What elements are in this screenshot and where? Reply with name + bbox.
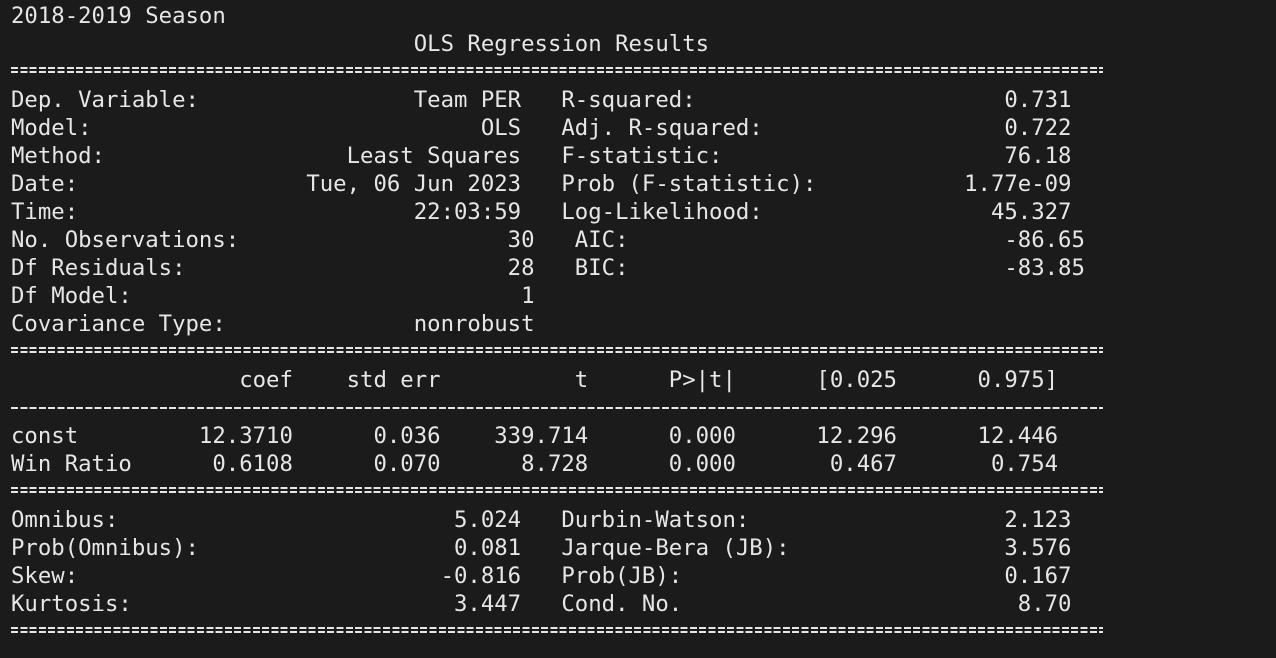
single-separator <box>11 407 1103 409</box>
results-title: OLS Regression Results <box>11 31 710 57</box>
summary-row: Df Residuals: 28 BIC: -83.85 <box>11 255 1085 281</box>
summary-row: No. Observations: 30 AIC: -86.65 <box>11 227 1085 253</box>
diagnostics-row: Kurtosis: 3.447 Cond. No. 8.70 <box>11 591 1072 617</box>
summary-row: Dep. Variable: Team PER R-squared: 0.731 <box>11 87 1072 113</box>
summary-row: Time: 22:03:59 Log-Likelihood: 45.327 <box>11 199 1072 225</box>
double-separator <box>11 487 1103 493</box>
summary-row: Method: Least Squares F-statistic: 76.18 <box>11 143 1072 169</box>
summary-row: Model: OLS Adj. R-squared: 0.722 <box>11 115 1072 141</box>
double-separator <box>11 627 1103 633</box>
diagnostics-row: Skew: -0.816 Prob(JB): 0.167 <box>11 563 1072 589</box>
coef-table-row: Win Ratio 0.6108 0.070 8.728 0.000 0.467… <box>11 451 1059 477</box>
season-title: 2018-2019 Season <box>11 3 226 29</box>
summary-row: Covariance Type: nonrobust <box>11 311 535 337</box>
coef-table-row: const 12.3710 0.036 339.714 0.000 12.296… <box>11 423 1059 449</box>
diagnostics-row: Omnibus: 5.024 Durbin-Watson: 2.123 <box>11 507 1072 533</box>
coef-table-header: coef std err t P>|t| [0.025 0.975] <box>11 367 1059 393</box>
summary-row: Date: Tue, 06 Jun 2023 Prob (F-statistic… <box>11 171 1072 197</box>
double-separator <box>11 347 1103 353</box>
terminal-output[interactable]: 2018-2019 Season OLS Regression Results … <box>0 0 1276 658</box>
double-separator <box>11 67 1103 73</box>
diagnostics-row: Prob(Omnibus): 0.081 Jarque-Bera (JB): 3… <box>11 535 1072 561</box>
summary-row: Df Model: 1 <box>11 283 535 309</box>
